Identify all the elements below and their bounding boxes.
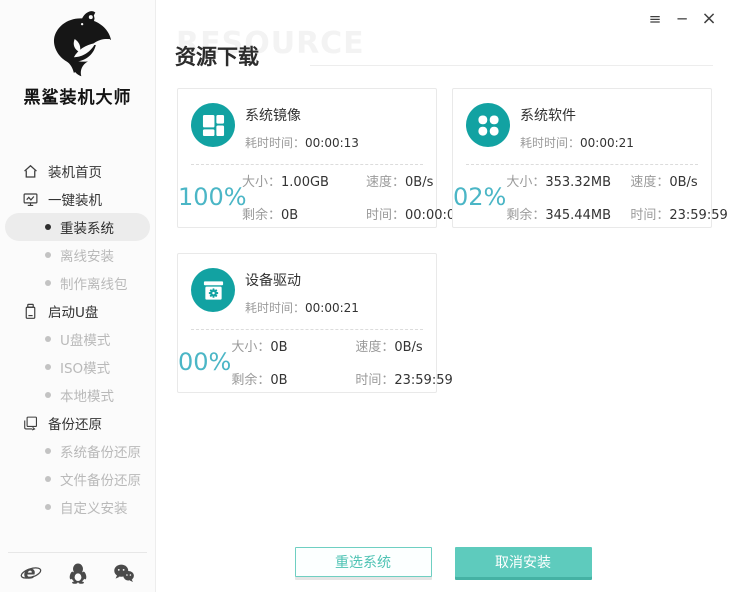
driver-box-icon (191, 268, 235, 312)
sidebar-item-label: 离线安装 (60, 245, 114, 265)
stat-speed: 速度：0B/s (366, 171, 463, 190)
bullet-icon (45, 392, 51, 398)
elapsed-time: 耗时时间：00:00:21 (520, 134, 634, 151)
bullet-icon (45, 280, 51, 286)
stat-time: 时间：23:59:59 (355, 369, 452, 388)
stat-size: 大小：0B (231, 336, 355, 355)
sidebar-item-label: 系统备份还原 (60, 441, 141, 461)
bullet-icon (45, 504, 51, 510)
sidebar-item-label: 装机首页 (48, 161, 102, 181)
bullet-icon (45, 224, 51, 230)
header-divider (310, 65, 713, 66)
bullet-icon (45, 476, 51, 482)
sidebar-item-home[interactable]: 装机首页 (0, 157, 155, 185)
card-divider (191, 164, 423, 165)
home-icon (22, 163, 39, 180)
sidebar-item-system-backup-restore[interactable]: 系统备份还原 (0, 437, 155, 465)
stat-remaining: 剩余：0B (231, 369, 355, 388)
sidebar-item-backup-restore[interactable]: 备份还原 (0, 409, 155, 437)
card-divider (466, 164, 698, 165)
stat-time: 时间：23:59:59 (630, 204, 727, 223)
sidebar-item-label: 重装系统 (60, 217, 114, 237)
stat-speed: 速度：0B/s (630, 171, 727, 190)
sidebar-item-label: 备份还原 (48, 413, 102, 433)
bullet-icon (45, 252, 51, 258)
sidebar-item-label: U盘模式 (60, 329, 110, 349)
download-stats: 大小：353.32MB 速度：0B/s 剩余：345.44MB 时间：23:59… (506, 173, 727, 221)
sidebar-item-iso-mode[interactable]: ISO模式 (0, 353, 155, 381)
sidebar-item-custom-install[interactable]: 自定义安装 (0, 493, 155, 521)
download-stats: 大小：1.00GB 速度：0B/s 剩余：0B 时间：00:00:00 (242, 173, 463, 221)
card-title: 设备驱动 (245, 270, 359, 290)
svg-text:e: e (24, 563, 36, 583)
progress-percent: 100% (178, 183, 242, 211)
stat-size: 大小：1.00GB (242, 171, 366, 190)
sidebar-item-label: 制作离线包 (60, 273, 128, 293)
card-divider (191, 329, 423, 330)
sidebar-item-label: 文件备份还原 (60, 469, 141, 489)
qq-icon[interactable] (67, 562, 89, 584)
sidebar-item-reinstall-system[interactable]: 重装系统 (5, 213, 150, 241)
window-close-button[interactable]: × (701, 10, 717, 28)
sidebar-item-file-backup-restore[interactable]: 文件备份还原 (0, 465, 155, 493)
usb-drive-icon (22, 303, 39, 320)
sidebar-item-label: ISO模式 (60, 357, 110, 377)
cancel-install-button[interactable]: 取消安装 (455, 547, 592, 577)
elapsed-time: 耗时时间：00:00:21 (245, 299, 359, 316)
sidebar-item-label: 本地模式 (60, 385, 114, 405)
download-stats: 大小：0B 速度：0B/s 剩余：0B 时间：23:59:59 (231, 338, 452, 386)
card-device-driver: 设备驱动 耗时时间：00:00:21 00% 大小：0B 速度：0B/s 剩余：… (177, 253, 437, 393)
stat-remaining: 剩余：0B (242, 204, 366, 223)
sidebar-footer: e (8, 552, 147, 592)
ie-icon[interactable]: e (20, 562, 42, 584)
stat-time: 时间：00:00:00 (366, 204, 463, 223)
window-controls: ≡ ─ × (647, 10, 717, 28)
page-title: 资源下载 (175, 41, 259, 71)
sidebar-item-local-mode[interactable]: 本地模式 (0, 381, 155, 409)
sidebar-item-boot-usb[interactable]: 启动U盘 (0, 297, 155, 325)
reselect-system-button[interactable]: 重选系统 (295, 547, 432, 577)
card-system-image: 系统镜像 耗时时间：00:00:13 100% 大小：1.00GB 速度：0B/… (177, 88, 437, 228)
sidebar-item-label: 自定义安装 (60, 497, 128, 517)
progress-percent: 00% (178, 348, 231, 376)
monitor-icon (22, 191, 39, 208)
sidebar-item-onekey-install[interactable]: 一键装机 (0, 185, 155, 213)
app-logo-text: 黑鲨装机大师 (0, 83, 155, 108)
stat-size: 大小：353.32MB (506, 171, 630, 190)
window-menu-button[interactable]: ≡ (647, 10, 663, 28)
card-title: 系统镜像 (245, 105, 359, 125)
sidebar: 黑鲨装机大师 装机首页 一键装机 (0, 0, 156, 592)
sidebar-menu: 装机首页 一键装机 重装系统 离线安装 (0, 157, 155, 521)
elapsed-time: 耗时时间：00:00:13 (245, 134, 359, 151)
bullet-icon (45, 448, 51, 454)
card-title: 系统软件 (520, 105, 634, 125)
shark-logo-icon (36, 6, 120, 82)
backup-restore-icon (22, 415, 39, 432)
action-buttons: 重选系统 取消安装 (156, 547, 730, 577)
card-system-software: 系统软件 耗时时间：00:00:21 02% 大小：353.32MB 速度：0B… (452, 88, 712, 228)
progress-percent: 02% (453, 183, 506, 211)
main-content: ≡ ─ × RESOURCE 资源下载 (156, 0, 730, 592)
window-minimize-button[interactable]: ─ (674, 10, 690, 28)
sidebar-item-make-offline-package[interactable]: 制作离线包 (0, 269, 155, 297)
app-logo: 黑鲨装机大师 (0, 0, 155, 108)
sidebar-item-label: 启动U盘 (48, 301, 98, 321)
bullet-icon (45, 336, 51, 342)
download-cards: 系统镜像 耗时时间：00:00:13 100% 大小：1.00GB 速度：0B/… (177, 88, 713, 393)
sidebar-item-offline-install[interactable]: 离线安装 (0, 241, 155, 269)
stat-remaining: 剩余：345.44MB (506, 204, 630, 223)
sidebar-item-label: 一键装机 (48, 189, 102, 209)
app-window: 黑鲨装机大师 装机首页 一键装机 (0, 0, 730, 592)
wechat-icon[interactable] (113, 562, 135, 584)
apps-clover-icon (466, 103, 510, 147)
windows-grid-icon (191, 103, 235, 147)
sidebar-item-usb-mode[interactable]: U盘模式 (0, 325, 155, 353)
stat-speed: 速度：0B/s (355, 336, 452, 355)
bullet-icon (45, 364, 51, 370)
